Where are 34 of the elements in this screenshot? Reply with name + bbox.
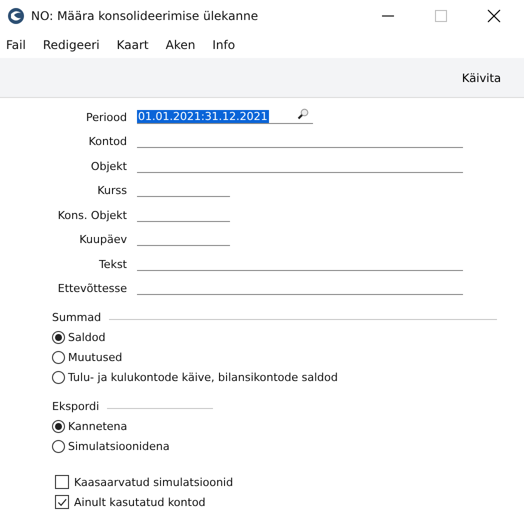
group-heading: Ekspordi — [52, 400, 100, 412]
field-label: Ettevõttesse — [56, 282, 128, 295]
group-heading: Summad — [52, 310, 102, 324]
radio-button[interactable] — [52, 420, 65, 432]
close-icon[interactable] — [487, 9, 501, 23]
search-icon[interactable] — [297, 108, 309, 120]
checkbox-label: Ainult kasutatud kontod — [74, 496, 206, 508]
field-label: Kuupäev — [78, 233, 128, 246]
radio-label: Tulu- ja kulukontode käive, bilansikontode saldod — [68, 370, 338, 384]
radio-button[interactable] — [52, 350, 65, 364]
radio-label: Saldod — [68, 330, 106, 344]
radio-button[interactable] — [52, 440, 65, 452]
field-label: Kurss — [96, 184, 128, 197]
checkbox-label: Kaasaarvatud simulatsioonid — [74, 476, 234, 488]
checkbox[interactable] — [55, 475, 69, 489]
menu-item[interactable]: Aken — [166, 38, 196, 52]
radio-label: Kannetena — [68, 420, 128, 432]
radio-label: Simulatsioonidena — [68, 440, 170, 452]
menu-item[interactable]: Redigeeri — [42, 38, 100, 52]
run-button[interactable]: Käivita — [458, 68, 504, 86]
field-label: Kontod — [88, 135, 128, 148]
menu-item[interactable]: Kaart — [116, 38, 149, 52]
window-title: NO: Määra konsolideerimise ülekanne — [31, 9, 258, 23]
field-label: Kons. Objekt — [56, 208, 128, 222]
field-label: Objekt — [90, 160, 128, 172]
field-label: Periood — [84, 110, 128, 124]
app-logo-icon — [7, 7, 25, 25]
radio-button[interactable] — [52, 330, 65, 344]
menu-item[interactable]: Fail — [6, 38, 26, 52]
field-label: Tekst — [98, 258, 128, 270]
checkbox[interactable] — [55, 495, 69, 509]
radio-label: Muutused — [68, 350, 122, 364]
menu-item[interactable]: Info — [212, 38, 236, 52]
radio-button[interactable] — [52, 370, 65, 384]
